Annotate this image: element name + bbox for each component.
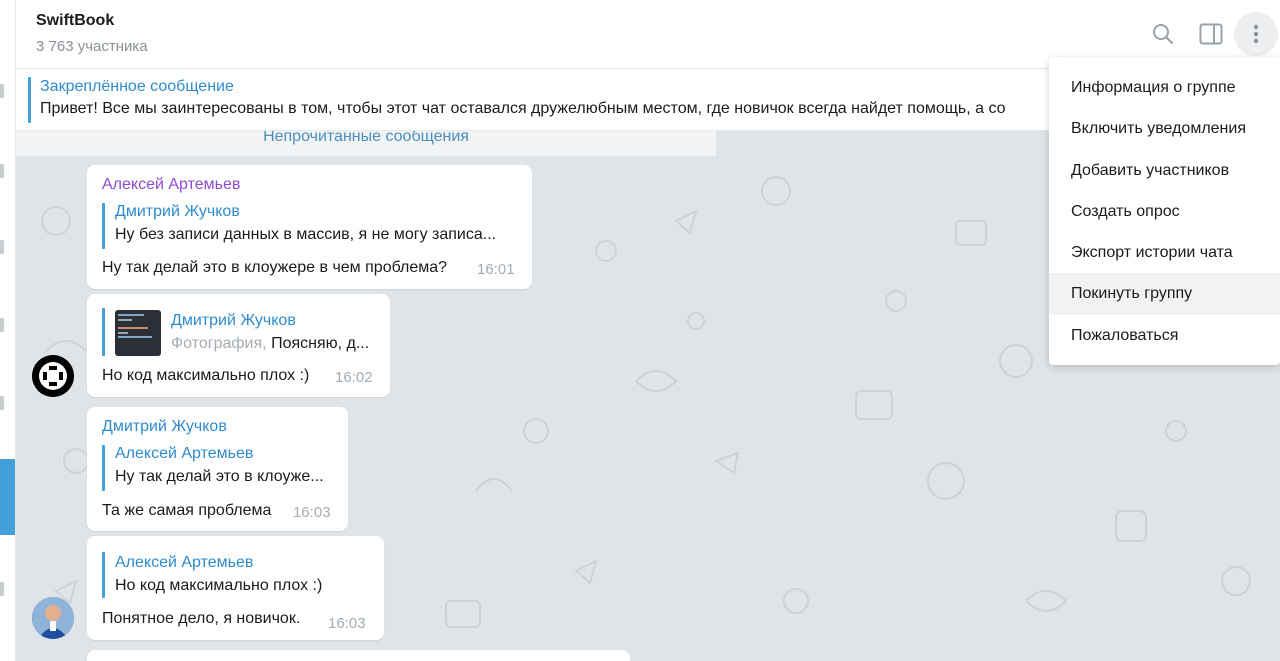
- list-tick: [0, 582, 4, 596]
- menu-item-leave-group[interactable]: Покинуть группу: [1049, 273, 1280, 315]
- reply-bar: [102, 552, 105, 598]
- member-count: 3 763 участника: [36, 38, 148, 55]
- chat-title[interactable]: SwiftBook: [36, 12, 114, 30]
- message-time: 16:02: [335, 369, 373, 386]
- more-vertical-icon: [1253, 24, 1259, 44]
- menu-item-group-info[interactable]: Информация о группе: [1049, 67, 1280, 108]
- list-tick: [0, 84, 4, 98]
- menu-item-export-history[interactable]: Экспорт истории чата: [1049, 232, 1280, 273]
- reply-author: Алексей Артемьев: [115, 445, 254, 462]
- reply-quote[interactable]: Дмитрий Жучков Фотография, Поясняю, д...: [102, 308, 382, 356]
- message-sender[interactable]: Дмитрий Жучков: [102, 418, 227, 436]
- pinned-bar: [28, 77, 31, 123]
- sidebar-toggle-icon[interactable]: [1197, 20, 1225, 48]
- search-icon[interactable]: [1149, 20, 1177, 48]
- message-bubble[interactable]: Алексей Артемьев Но код максимально плох…: [87, 536, 384, 640]
- reply-media-label: Фотография,: [171, 335, 267, 352]
- reply-quote[interactable]: Дмитрий Жучков Ну без записи данных в ма…: [102, 203, 522, 249]
- message-sender[interactable]: Алексей Артемьев: [102, 176, 240, 194]
- reply-author: Дмитрий Жучков: [115, 203, 240, 220]
- reply-bar: [102, 308, 105, 356]
- avatar[interactable]: [32, 355, 74, 397]
- reply-author: Дмитрий Жучков: [171, 312, 296, 329]
- reply-author: Алексей Артемьев: [115, 554, 254, 571]
- message-bubble-partial[interactable]: [87, 650, 630, 661]
- more-button[interactable]: [1234, 12, 1278, 56]
- menu-item-add-members[interactable]: Добавить участников: [1049, 150, 1280, 191]
- message-text: Но код максимально плох :): [102, 367, 310, 384]
- chat-list-strip[interactable]: [0, 0, 16, 661]
- reply-snippet: Поясняю, д...: [271, 335, 370, 352]
- list-tick: [0, 164, 4, 178]
- list-tick: [0, 240, 4, 254]
- pinned-text: Привет! Все мы заинтересованы в том, что…: [40, 100, 1006, 117]
- message-time: 16:03: [293, 504, 331, 521]
- menu-item-enable-notifications[interactable]: Включить уведомления: [1049, 108, 1280, 149]
- message-text: Понятное дело, я новичок.: [102, 610, 301, 627]
- message-bubble[interactable]: Дмитрий Жучков Алексей Артемьев Ну так д…: [87, 407, 348, 531]
- message-text: Та же самая проблема: [102, 502, 272, 519]
- reply-quote[interactable]: Алексей Артемьев Но код максимально плох…: [102, 552, 372, 598]
- message-text: Ну так делай это в клоужере в чем пробле…: [102, 259, 448, 276]
- reply-text: Ну так делай это в клоуже...: [115, 468, 324, 485]
- chat-options-menu: Информация о группе Включить уведомления…: [1049, 57, 1280, 365]
- list-tick: [0, 318, 4, 332]
- message-time: 16:01: [477, 261, 515, 278]
- message-time: 16:03: [328, 615, 366, 632]
- message-bubble[interactable]: Дмитрий Жучков Фотография, Поясняю, д...…: [87, 294, 390, 397]
- menu-item-create-poll[interactable]: Создать опрос: [1049, 191, 1280, 232]
- unread-divider: Непрочитанные сообщения: [16, 131, 716, 157]
- reply-bar: [102, 203, 105, 249]
- reply-quote[interactable]: Алексей Артемьев Ну так делай это в клоу…: [102, 445, 342, 491]
- unread-label: Непрочитанные сообщения: [263, 131, 469, 145]
- reply-text: Фотография, Поясняю, д...: [171, 335, 369, 353]
- pinned-title: Закреплённое сообщение: [40, 78, 234, 95]
- menu-item-report[interactable]: Пожаловаться: [1049, 315, 1280, 356]
- reply-photo-thumbnail: [115, 310, 161, 356]
- reply-bar: [102, 445, 105, 491]
- list-tick: [0, 396, 4, 410]
- avatar[interactable]: [32, 597, 74, 639]
- reply-text: Но код максимально плох :): [115, 577, 323, 594]
- reply-text: Ну без записи данных в массив, я не могу…: [115, 226, 497, 243]
- active-chat-marker: [0, 459, 15, 535]
- message-bubble[interactable]: Алексей Артемьев Дмитрий Жучков Ну без з…: [87, 165, 532, 289]
